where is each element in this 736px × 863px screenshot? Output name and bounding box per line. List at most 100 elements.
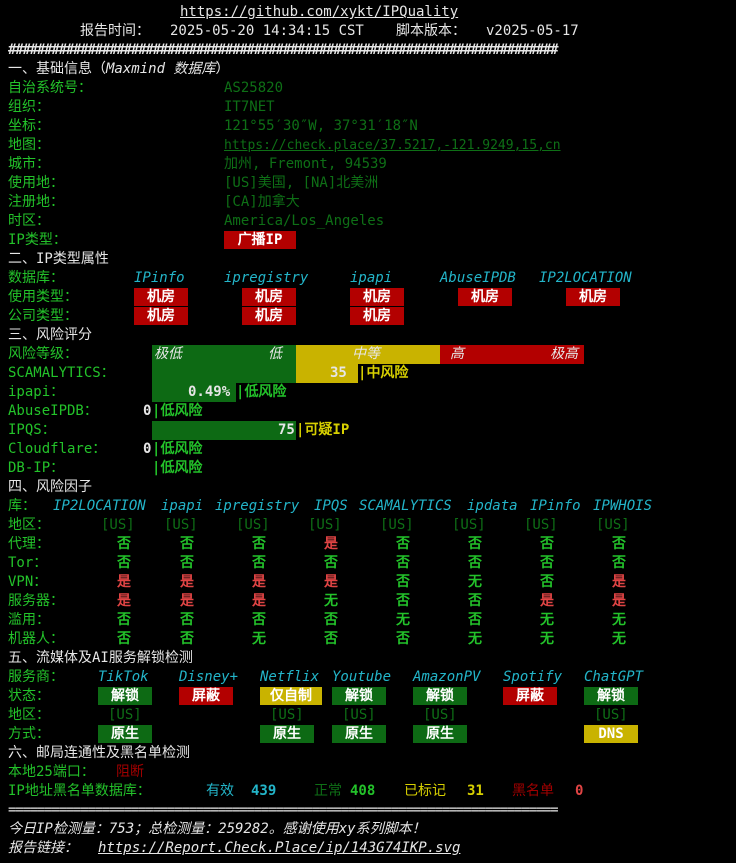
factor-cell: 是	[252, 574, 266, 590]
method-badge: 原生	[260, 725, 314, 743]
abuse-text: |低风险	[152, 403, 203, 419]
col-ipqs: IPQS	[314, 498, 348, 514]
usage-badge: 机房	[566, 288, 620, 306]
usage-badge: 机房	[458, 288, 512, 306]
abuse-score: 0	[143, 403, 152, 419]
factor-cell: 无	[612, 631, 626, 647]
section-iptype-title: 二、IP类型属性	[8, 251, 109, 267]
report-time-label: 报告时间：	[80, 23, 150, 39]
factor-cell: 无	[612, 612, 626, 628]
factor-cell: [US]	[524, 517, 558, 533]
status-badge: 解锁	[332, 687, 386, 705]
tz-value: America/Los_Angeles	[224, 213, 385, 229]
region-value: [US]	[342, 707, 376, 723]
level-very-high: 极高	[550, 346, 578, 362]
iptype-label: IP类型：	[8, 232, 67, 248]
usage-badge: 机房	[350, 288, 404, 306]
region-value: [US]	[423, 707, 457, 723]
factor-cell: [US]	[236, 517, 270, 533]
provider-name: Netflix	[260, 669, 320, 685]
factor-cell: 是	[117, 574, 131, 590]
city-value: 加州, Fremont, 94539	[224, 156, 387, 172]
factor-cell: 否	[468, 555, 482, 571]
scam-bar-yellow	[296, 364, 358, 383]
factor-cell: 否	[612, 555, 626, 571]
status-badge: 屏蔽	[503, 687, 557, 705]
level-medium: 中等	[352, 346, 380, 362]
factor-cell: 无	[252, 631, 266, 647]
footer-stats: 今日IP检测量：753；总检测量：259282。感谢使用xy系列脚本！	[8, 821, 426, 837]
factor-cell: 无	[324, 593, 338, 609]
scam-text: |中风险	[358, 365, 409, 381]
factor-cell: 否	[324, 555, 338, 571]
method-badge: 原生	[413, 725, 467, 743]
factor-cell: 无	[468, 574, 482, 590]
risk-level-label: 风险等级：	[8, 346, 78, 362]
cf-score: 0	[143, 441, 152, 457]
factor-cell: 无	[540, 612, 554, 628]
usage-loc-value: [US]美国, [NA]北美洲	[224, 175, 379, 191]
org-label: 组织：	[8, 99, 50, 115]
method-label: 方式：	[8, 726, 50, 742]
provider-name: Youtube	[332, 669, 392, 685]
lib-label: 库：	[8, 498, 36, 514]
db-ip2location: IP2LOCATION	[539, 270, 632, 286]
db-ipregistry: ipregistry	[224, 270, 309, 286]
factor-cell: 是	[180, 593, 194, 609]
factor-row-label: 服务器：	[8, 593, 64, 609]
ipqs-score: 75	[278, 422, 295, 438]
col-scamalytics: SCAMALYTICS	[359, 498, 452, 514]
factor-cell: 否	[180, 612, 194, 628]
factor-row-label: 地区：	[8, 517, 50, 533]
factor-cell: [US]	[164, 517, 198, 533]
factor-cell: 否	[540, 536, 554, 552]
ipqs-label: IPQS：	[8, 422, 56, 438]
iptype-badge: 广播IP	[224, 231, 296, 249]
valid-label: 有效	[206, 783, 234, 799]
blacklisted-count: 0	[575, 783, 584, 799]
org-value: IT7NET	[224, 99, 275, 115]
factor-cell: 否	[117, 555, 131, 571]
blacklisted-label: 黑名单	[512, 783, 554, 799]
provider-name: Disney+	[179, 669, 239, 685]
factor-cell: 否	[396, 631, 410, 647]
ipapi-text: |低风险	[236, 384, 287, 400]
provider-name: AmazonPV	[413, 669, 481, 685]
factor-cell: 是	[252, 593, 266, 609]
usage-badge: 机房	[242, 288, 296, 306]
tz-label: 时区：	[8, 213, 50, 229]
factor-cell: 否	[252, 612, 266, 628]
abuse-label: AbuseIPDB：	[8, 403, 98, 419]
factor-row-label: 代理：	[8, 536, 50, 552]
scam-label: SCAMALYTICS：	[8, 365, 115, 381]
section-risk-title: 三、风险评分	[8, 327, 92, 343]
provider-name: ChatGPT	[584, 669, 644, 685]
factor-cell: 是	[324, 574, 338, 590]
usage-loc-label: 使用地：	[8, 175, 64, 191]
report-link-label: 报告链接：	[8, 840, 78, 856]
repo-url[interactable]: https://github.com/xykt/IPQuality	[180, 3, 458, 22]
blacklist-label: IP地址黑名单数据库：	[8, 783, 151, 799]
factor-cell: 否	[252, 536, 266, 552]
method-badge: DNS	[584, 725, 638, 743]
factor-cell: 是	[612, 593, 626, 609]
reg-loc-label: 注册地：	[8, 194, 64, 210]
factor-cell: 否	[540, 574, 554, 590]
script-version: v2025-05-17	[486, 23, 579, 39]
factor-cell: [US]	[452, 517, 486, 533]
coord-label: 坐标：	[8, 118, 50, 134]
status-badge: 仅自制	[260, 687, 322, 705]
factor-cell: 否	[180, 555, 194, 571]
company-type-label: 公司类型：	[8, 308, 78, 324]
level-high: 高	[450, 346, 464, 362]
ipqs-text: |可疑IP	[296, 422, 350, 438]
section-basic-title: 一、基础信息（Maxmind 数据库）	[8, 61, 230, 77]
factor-row-label: 机器人：	[8, 631, 64, 647]
factor-cell: 否	[468, 536, 482, 552]
db-ipinfo: IPinfo	[134, 270, 185, 286]
level-low: 低	[268, 346, 282, 362]
map-link[interactable]: https://check.place/37.5217,-121.9249,15…	[224, 136, 561, 155]
factor-cell: 否	[540, 555, 554, 571]
factor-cell: [US]	[101, 517, 135, 533]
report-link[interactable]: https://Report.Check.Place/ip/143G74IKP.…	[98, 839, 460, 858]
